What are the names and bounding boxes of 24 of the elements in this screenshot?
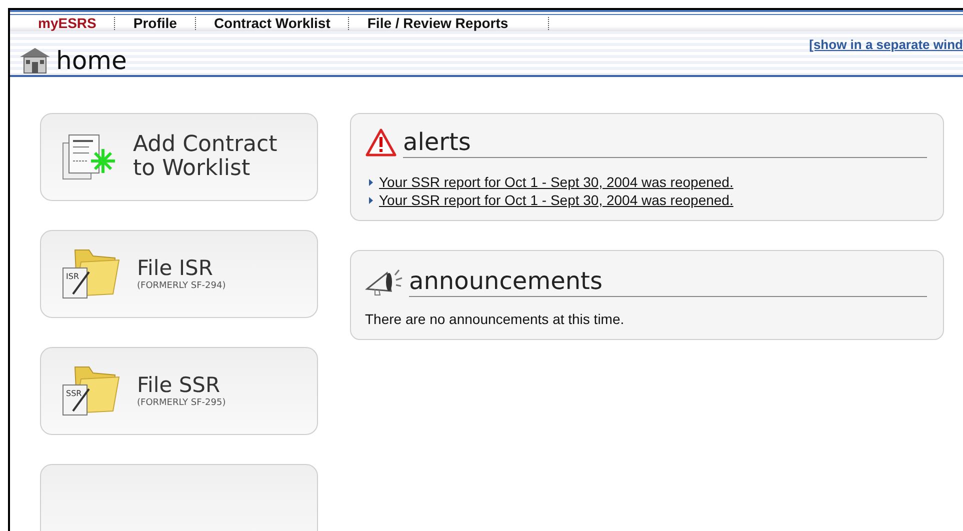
- action-tile[interactable]: Add Contract to Worklist: [40, 113, 318, 201]
- page-title: home: [56, 46, 127, 74]
- tile-subtitle: (FORMERLY SF-295): [137, 398, 226, 408]
- bullet-icon: [369, 178, 373, 186]
- bullet-icon: [369, 196, 373, 204]
- tile-title: File SSR: [137, 374, 222, 398]
- action-tile[interactable]: [40, 464, 318, 531]
- action-tile[interactable]: SSR File SSR (FORMERLY SF-295): [40, 347, 318, 435]
- tile-title: Add Contract to Worklist: [133, 132, 278, 182]
- tile-title: File ISR: [137, 257, 214, 281]
- panel-title: announcements: [409, 267, 927, 297]
- alert-link[interactable]: Your SSR report for Oct 1 - Sept 30, 2004 was reopened.: [379, 174, 734, 190]
- house-icon: [18, 45, 52, 75]
- action-tile[interactable]: ISR File ISR (FORMERLY SF-294): [40, 230, 318, 318]
- nav-tab[interactable]: File / Review Reports: [357, 15, 518, 31]
- alert-link[interactable]: Your SSR report for Oct 1 - Sept 30, 2004 was reopened.: [379, 192, 734, 208]
- panel-title: alerts: [403, 128, 927, 158]
- nav-tab[interactable]: myESRS: [28, 15, 106, 31]
- announcement-text: There are no announcements at this time.: [365, 311, 626, 327]
- nav-tab[interactable]: Profile: [123, 15, 187, 31]
- separate-window-link[interactable]: [show in a separate wind: [809, 37, 963, 75]
- warning-icon: [365, 128, 397, 158]
- nav-tab[interactable]: Contract Worklist: [204, 15, 340, 31]
- tile-subtitle: (FORMERLY SF-294): [137, 280, 226, 291]
